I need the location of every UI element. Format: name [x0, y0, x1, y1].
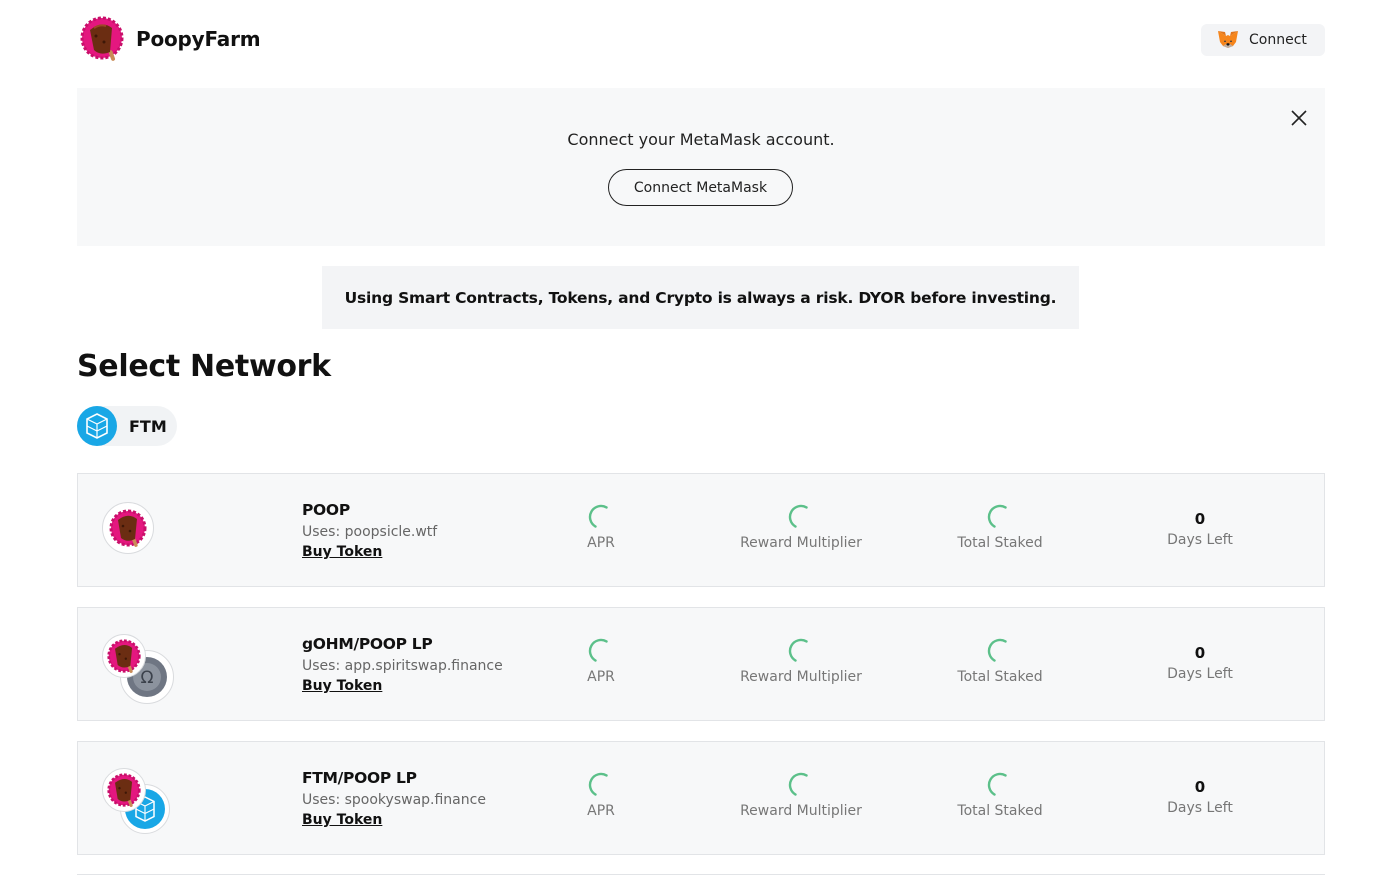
loading-spinner-icon [588, 772, 608, 796]
apr-label: APR [587, 669, 615, 685]
loading-spinner-icon [588, 504, 608, 528]
metamask-fox-icon [1218, 31, 1238, 48]
poop-token-icon [102, 768, 146, 812]
reward-multiplier-label: Reward Multiplier [740, 535, 862, 551]
loading-spinner-icon [788, 504, 808, 528]
farm-row[interactable]: FTM/POOP LP Uses: spookyswap.finance Buy… [77, 741, 1325, 855]
days-left-stat: 0 Days Left [1120, 644, 1280, 682]
farm-name: FTM/POOP LP [302, 769, 417, 787]
total-staked-stat: Total Staked [920, 772, 1080, 819]
poop-token-icon [102, 502, 154, 554]
reward-multiplier-stat: Reward Multiplier [721, 504, 881, 551]
loading-spinner-icon [588, 638, 608, 662]
connect-wallet-button[interactable]: Connect [1201, 24, 1325, 56]
reward-multiplier-label: Reward Multiplier [740, 803, 862, 819]
risk-warning: Using Smart Contracts, Tokens, and Crypt… [322, 266, 1079, 329]
reward-multiplier-stat: Reward Multiplier [721, 638, 881, 685]
total-staked-stat: Total Staked [920, 504, 1080, 551]
next-farm-row-edge [77, 874, 1325, 875]
apr-label: APR [587, 535, 615, 551]
network-selector-ftm[interactable]: FTM [77, 406, 177, 446]
banner-message: Connect your MetaMask account. [567, 130, 835, 149]
connect-metamask-button[interactable]: Connect MetaMask [608, 169, 793, 206]
reward-multiplier-stat: Reward Multiplier [721, 772, 881, 819]
loading-spinner-icon [987, 638, 1007, 662]
farm-uses: Uses: app.spiritswap.finance [302, 658, 503, 674]
farm-name: POOP [302, 501, 350, 519]
apr-stat: APR [518, 772, 684, 819]
header: PoopyFarm Connect [0, 0, 1377, 80]
close-icon[interactable] [1289, 108, 1309, 128]
brand-name: PoopyFarm [136, 27, 261, 51]
buy-token-link[interactable]: Buy Token [302, 544, 382, 560]
farm-row[interactable]: Ω gOHM/POOP LP Uses: app.spiritswap.fina… [77, 607, 1325, 721]
total-staked-stat: Total Staked [920, 638, 1080, 685]
farm-row[interactable]: POOP Uses: poopsicle.wtf Buy Token APR R… [77, 473, 1325, 587]
total-staked-label: Total Staked [957, 669, 1043, 685]
days-left-label: Days Left [1167, 532, 1233, 548]
farm-name: gOHM/POOP LP [302, 635, 433, 653]
buy-token-link[interactable]: Buy Token [302, 678, 382, 694]
reward-multiplier-label: Reward Multiplier [740, 669, 862, 685]
poopsicle-logo-icon[interactable] [80, 16, 124, 62]
days-left-stat: 0 Days Left [1120, 778, 1280, 816]
days-left-value: 0 [1194, 510, 1206, 528]
apr-label: APR [587, 803, 615, 819]
loading-spinner-icon [788, 772, 808, 796]
section-title: Select Network [77, 349, 331, 384]
days-left-label: Days Left [1167, 800, 1233, 816]
days-left-value: 0 [1194, 778, 1206, 796]
farm-uses: Uses: poopsicle.wtf [302, 524, 438, 540]
days-left-label: Days Left [1167, 666, 1233, 682]
connect-wallet-label: Connect [1249, 32, 1307, 48]
days-left-stat: 0 Days Left [1120, 510, 1280, 548]
farm-uses: Uses: spookyswap.finance [302, 792, 486, 808]
token-icon-group [102, 500, 174, 572]
svg-text:Ω: Ω [141, 668, 154, 688]
days-left-value: 0 [1194, 644, 1206, 662]
total-staked-label: Total Staked [957, 803, 1043, 819]
loading-spinner-icon [788, 638, 808, 662]
total-staked-label: Total Staked [957, 535, 1043, 551]
connect-metamask-banner: Connect your MetaMask account. Connect M… [77, 88, 1325, 246]
buy-token-link[interactable]: Buy Token [302, 812, 382, 828]
loading-spinner-icon [987, 504, 1007, 528]
token-icon-group: Ω [102, 634, 174, 706]
token-icon-group [102, 768, 174, 840]
network-label: FTM [129, 416, 167, 436]
poop-token-icon [102, 634, 146, 678]
fantom-icon [77, 406, 117, 446]
apr-stat: APR [518, 638, 684, 685]
apr-stat: APR [518, 504, 684, 551]
loading-spinner-icon [987, 772, 1007, 796]
